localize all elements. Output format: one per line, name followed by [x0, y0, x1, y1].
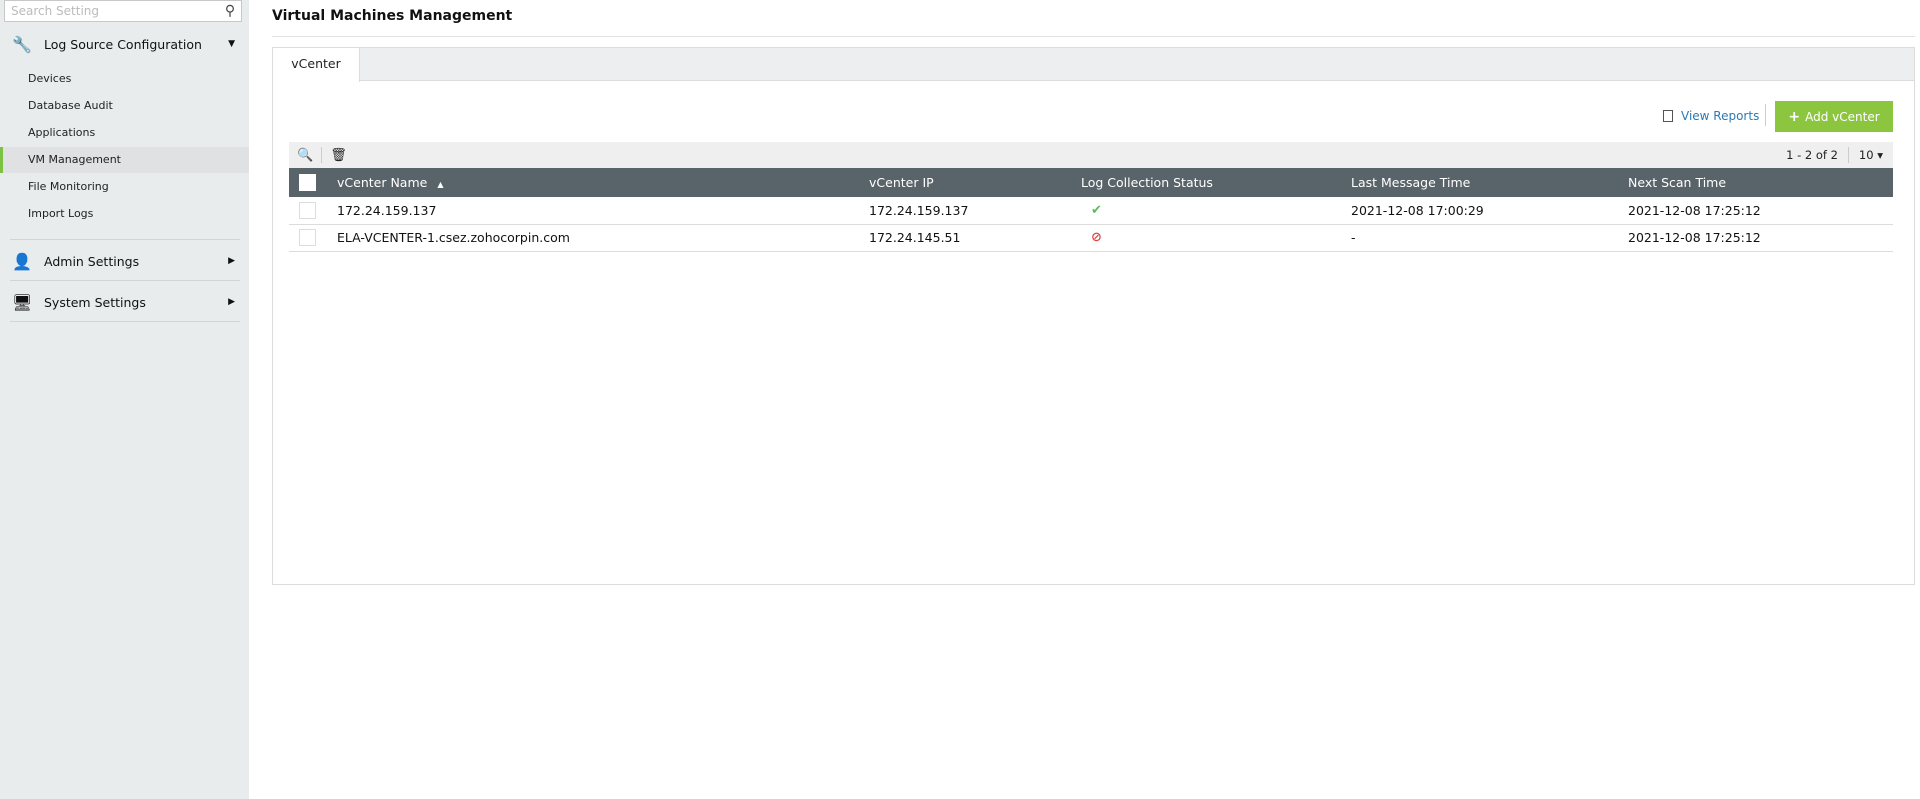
next-scan-time: 2021-12-08 17:25:12: [1628, 224, 1893, 252]
column-vcenter-ip[interactable]: vCenter IP: [869, 168, 1081, 197]
content-panel: vCenter View Reports + Add vCenter 🔍 🗑 1…: [272, 47, 1915, 585]
sidebar-item-file-monitoring[interactable]: File Monitoring: [0, 174, 249, 200]
vcenter-name: ELA-VCENTER-1.csez.zohocorpin.com: [337, 224, 869, 252]
select-all-checkbox[interactable]: [299, 174, 316, 191]
table-row[interactable]: ELA-VCENTER-1.csez.zohocorpin.com 172.24…: [289, 224, 1893, 252]
blocked-icon: ⊘: [1091, 230, 1102, 245]
search-filter-icon[interactable]: 🔍: [297, 148, 313, 163]
sidebar-item-import-logs[interactable]: Import Logs: [0, 201, 249, 227]
group-label: Admin Settings: [44, 253, 140, 269]
view-reports-link[interactable]: View Reports: [1663, 109, 1759, 123]
sidebar-item-devices[interactable]: Devices: [0, 66, 249, 92]
search-setting: ⚲: [4, 0, 242, 22]
caret-right-icon: ▶: [228, 297, 235, 307]
divider: [272, 36, 1915, 37]
tab-bar: vCenter: [273, 48, 1914, 82]
pagination: 1 - 2 of 2 10 ▾: [1786, 147, 1893, 163]
column-last-message-time[interactable]: Last Message Time: [1351, 168, 1628, 197]
divider: [10, 239, 240, 240]
page-size-select[interactable]: 10 ▾: [1859, 148, 1883, 162]
grid-toolbar: 🔍 🗑 1 - 2 of 2 10 ▾: [289, 142, 1893, 168]
monitor-gear-icon: 🖥: [12, 292, 33, 312]
sidebar: ⚲ 🔧 Log Source Configuration ▼ Devices D…: [0, 0, 249, 799]
sidebar-item-database-audit[interactable]: Database Audit: [0, 93, 249, 119]
search-icon[interactable]: ⚲: [219, 3, 241, 19]
last-message-time: -: [1351, 224, 1628, 252]
search-input[interactable]: [5, 1, 219, 21]
row-checkbox[interactable]: [299, 201, 316, 219]
vcenter-table: vCenter Name ▲ vCenter IP Log Collection…: [289, 168, 1893, 252]
vcenter-ip: 172.24.159.137: [869, 197, 1081, 225]
page-range: 1 - 2 of 2: [1786, 148, 1838, 162]
divider: [10, 321, 240, 322]
divider: [321, 147, 323, 163]
page-size-value: 10: [1858, 148, 1874, 162]
caret-right-icon: ▶: [228, 256, 235, 266]
table-row[interactable]: 172.24.159.137 172.24.159.137 ✔︎ 2021-12…: [289, 197, 1893, 225]
vcenter-name: 172.24.159.137: [337, 197, 869, 225]
vcenter-ip: 172.24.145.51: [869, 224, 1081, 252]
divider: [10, 280, 240, 281]
column-label: vCenter Name: [337, 175, 428, 190]
document-icon: [1663, 110, 1673, 122]
row-select-cell: [289, 224, 337, 252]
sidebar-group-log-source-configuration[interactable]: 🔧 Log Source Configuration ▼: [0, 29, 249, 59]
sidebar-item-applications[interactable]: Applications: [0, 120, 249, 146]
group-label: Log Source Configuration: [44, 36, 202, 52]
status-cell: ✔︎: [1081, 197, 1351, 225]
next-scan-time: 2021-12-08 17:25:12: [1628, 197, 1893, 225]
last-message-time: 2021-12-08 17:00:29: [1351, 197, 1628, 225]
plus-icon: +: [1788, 108, 1801, 125]
group-label: System Settings: [44, 294, 146, 310]
page-title: Virtual Machines Management: [272, 8, 513, 24]
table-header-row: vCenter Name ▲ vCenter IP Log Collection…: [289, 168, 1893, 197]
row-checkbox[interactable]: [299, 229, 316, 246]
status-cell: ⊘: [1081, 224, 1351, 252]
divider: [1847, 147, 1849, 163]
sort-asc-icon: ▲: [437, 180, 444, 189]
tools-icon: 🔧: [12, 34, 32, 54]
select-all-cell: [289, 168, 337, 197]
caret-down-icon: ▼: [228, 39, 235, 49]
column-next-scan-time[interactable]: Next Scan Time: [1628, 168, 1893, 197]
add-vcenter-label: Add vCenter: [1805, 109, 1880, 124]
column-vcenter-name[interactable]: vCenter Name ▲: [337, 168, 869, 197]
sidebar-group-system-settings[interactable]: 🖥 System Settings ▶: [0, 287, 249, 317]
column-log-collection-status[interactable]: Log Collection Status: [1081, 168, 1351, 197]
add-vcenter-button[interactable]: + Add vCenter: [1775, 101, 1893, 132]
divider: [1765, 104, 1766, 126]
sidebar-item-vm-management[interactable]: VM Management: [0, 147, 249, 173]
view-reports-label: View Reports: [1681, 109, 1760, 123]
delete-icon[interactable]: 🗑: [330, 148, 347, 163]
user-gear-icon: 👤: [12, 251, 32, 271]
tab-vcenter[interactable]: vCenter: [273, 48, 360, 82]
sidebar-group-admin-settings[interactable]: 👤 Admin Settings ▶: [0, 246, 249, 276]
row-select-cell: [289, 197, 337, 225]
check-circle-icon: ✔︎: [1091, 202, 1102, 218]
